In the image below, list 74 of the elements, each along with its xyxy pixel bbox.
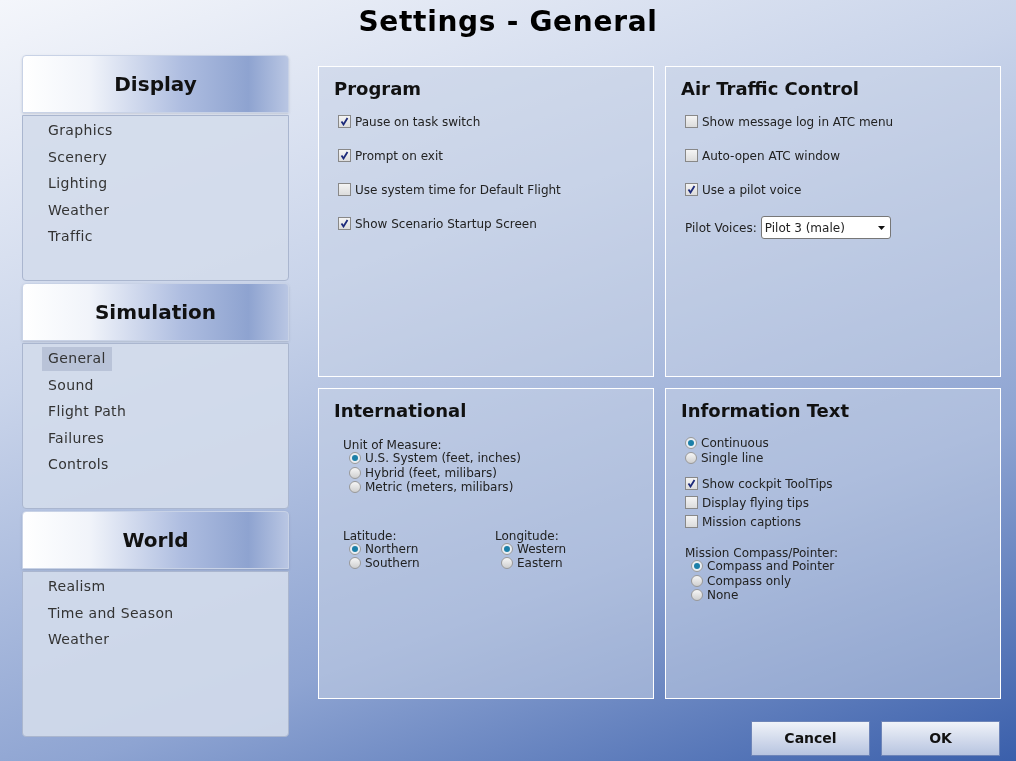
checkbox[interactable] <box>685 115 698 128</box>
field-label: Pilot Voices: <box>685 219 757 237</box>
radio-button[interactable] <box>501 542 513 555</box>
checkbox[interactable] <box>685 477 698 490</box>
checkbox-label: Show message log in ATC menu <box>702 113 894 131</box>
checkbox[interactable] <box>338 183 351 196</box>
group-label: Latitude: <box>343 527 398 542</box>
sidebar-item[interactable]: General <box>42 347 112 371</box>
radio-button[interactable] <box>349 452 361 465</box>
sidebar-item[interactable]: Flight Path <box>42 400 133 424</box>
group-label: Mission Compass/Pointer: <box>685 545 840 559</box>
radio-label: Single line <box>701 449 764 467</box>
radio-label: Southern <box>365 555 420 573</box>
radio-button[interactable] <box>349 557 361 570</box>
panel-title: Information Text <box>681 399 851 423</box>
radio-label: Continuous <box>701 435 769 452</box>
checkbox-label: Prompt on exit <box>355 147 443 165</box>
checkbox[interactable] <box>338 149 351 162</box>
radio-button[interactable] <box>349 481 361 494</box>
radio-button[interactable] <box>349 542 361 555</box>
checkbox-label: Auto-open ATC window <box>702 147 841 165</box>
radio-label: Northern <box>365 540 419 557</box>
radio-button[interactable] <box>691 574 703 587</box>
window-title: Settings - General <box>358 4 658 40</box>
checkbox-label: Show cockpit ToolTips <box>702 475 833 493</box>
sidebar-item[interactable]: Traffic <box>42 225 99 249</box>
checkbox-label: Use a pilot voice <box>702 181 802 199</box>
group-label: Longitude: <box>495 527 559 542</box>
checkbox[interactable] <box>338 217 351 230</box>
checkbox-label: Mission captions <box>702 513 802 531</box>
group-label: Unit of Measure: <box>343 437 442 451</box>
section-header: Simulation <box>22 283 289 341</box>
radio-label: Compass only <box>707 573 792 590</box>
dropdown[interactable]: Pilot 3 (male) <box>760 216 891 239</box>
sidebar-item[interactable]: Graphics <box>42 119 119 143</box>
radio-button[interactable] <box>501 557 513 570</box>
checkbox[interactable] <box>685 183 698 196</box>
sidebar-item[interactable]: Time and Season <box>42 601 180 625</box>
radio-button[interactable] <box>685 451 697 464</box>
radio-label: Eastern <box>517 555 563 573</box>
sidebar-item[interactable]: Failures <box>42 426 111 450</box>
radio-label: Western <box>517 541 567 558</box>
section-header: World <box>22 511 289 569</box>
radio-label: Metric (meters, milibars) <box>365 480 514 497</box>
panel-title: Program <box>334 77 423 101</box>
checkbox[interactable] <box>685 515 698 528</box>
checkbox-label: Pause on task switch <box>355 113 481 131</box>
sidebar-item[interactable]: Realism <box>42 575 112 599</box>
checkbox-label: Display flying tips <box>702 494 809 512</box>
sidebar-item[interactable]: Lighting <box>42 172 114 196</box>
radio-label: Compass and Pointer <box>707 559 835 575</box>
checkbox[interactable] <box>685 496 698 509</box>
radio-label: Hybrid (feet, milibars) <box>365 465 497 481</box>
sidebar-item[interactable]: Weather <box>42 198 116 222</box>
radio-label: U.S. System (feet, inches) <box>365 450 521 467</box>
radio-button[interactable] <box>349 466 361 479</box>
checkbox-label: Show Scenario Startup Screen <box>355 215 537 233</box>
checkbox-label: Use system time for Default Flight <box>355 181 561 199</box>
sidebar-item[interactable]: Sound <box>42 373 100 397</box>
caret-icon <box>877 225 885 230</box>
panel-title: Air Traffic Control <box>681 77 860 101</box>
checkbox[interactable] <box>685 149 698 162</box>
radio-button[interactable] <box>691 560 703 573</box>
sidebar-item[interactable]: Weather <box>42 628 116 652</box>
radio-button[interactable] <box>691 589 703 602</box>
radio-button[interactable] <box>685 437 697 450</box>
sidebar-item[interactable]: Controls <box>42 453 115 477</box>
dialog-button[interactable]: Cancel <box>751 721 870 756</box>
section-header: Display <box>22 55 289 113</box>
panel-title: International <box>334 399 468 423</box>
radio-label: None <box>707 588 739 605</box>
dialog-button[interactable]: OK <box>881 721 1000 756</box>
checkbox[interactable] <box>338 115 351 128</box>
sidebar-item[interactable]: Scenery <box>42 145 114 169</box>
